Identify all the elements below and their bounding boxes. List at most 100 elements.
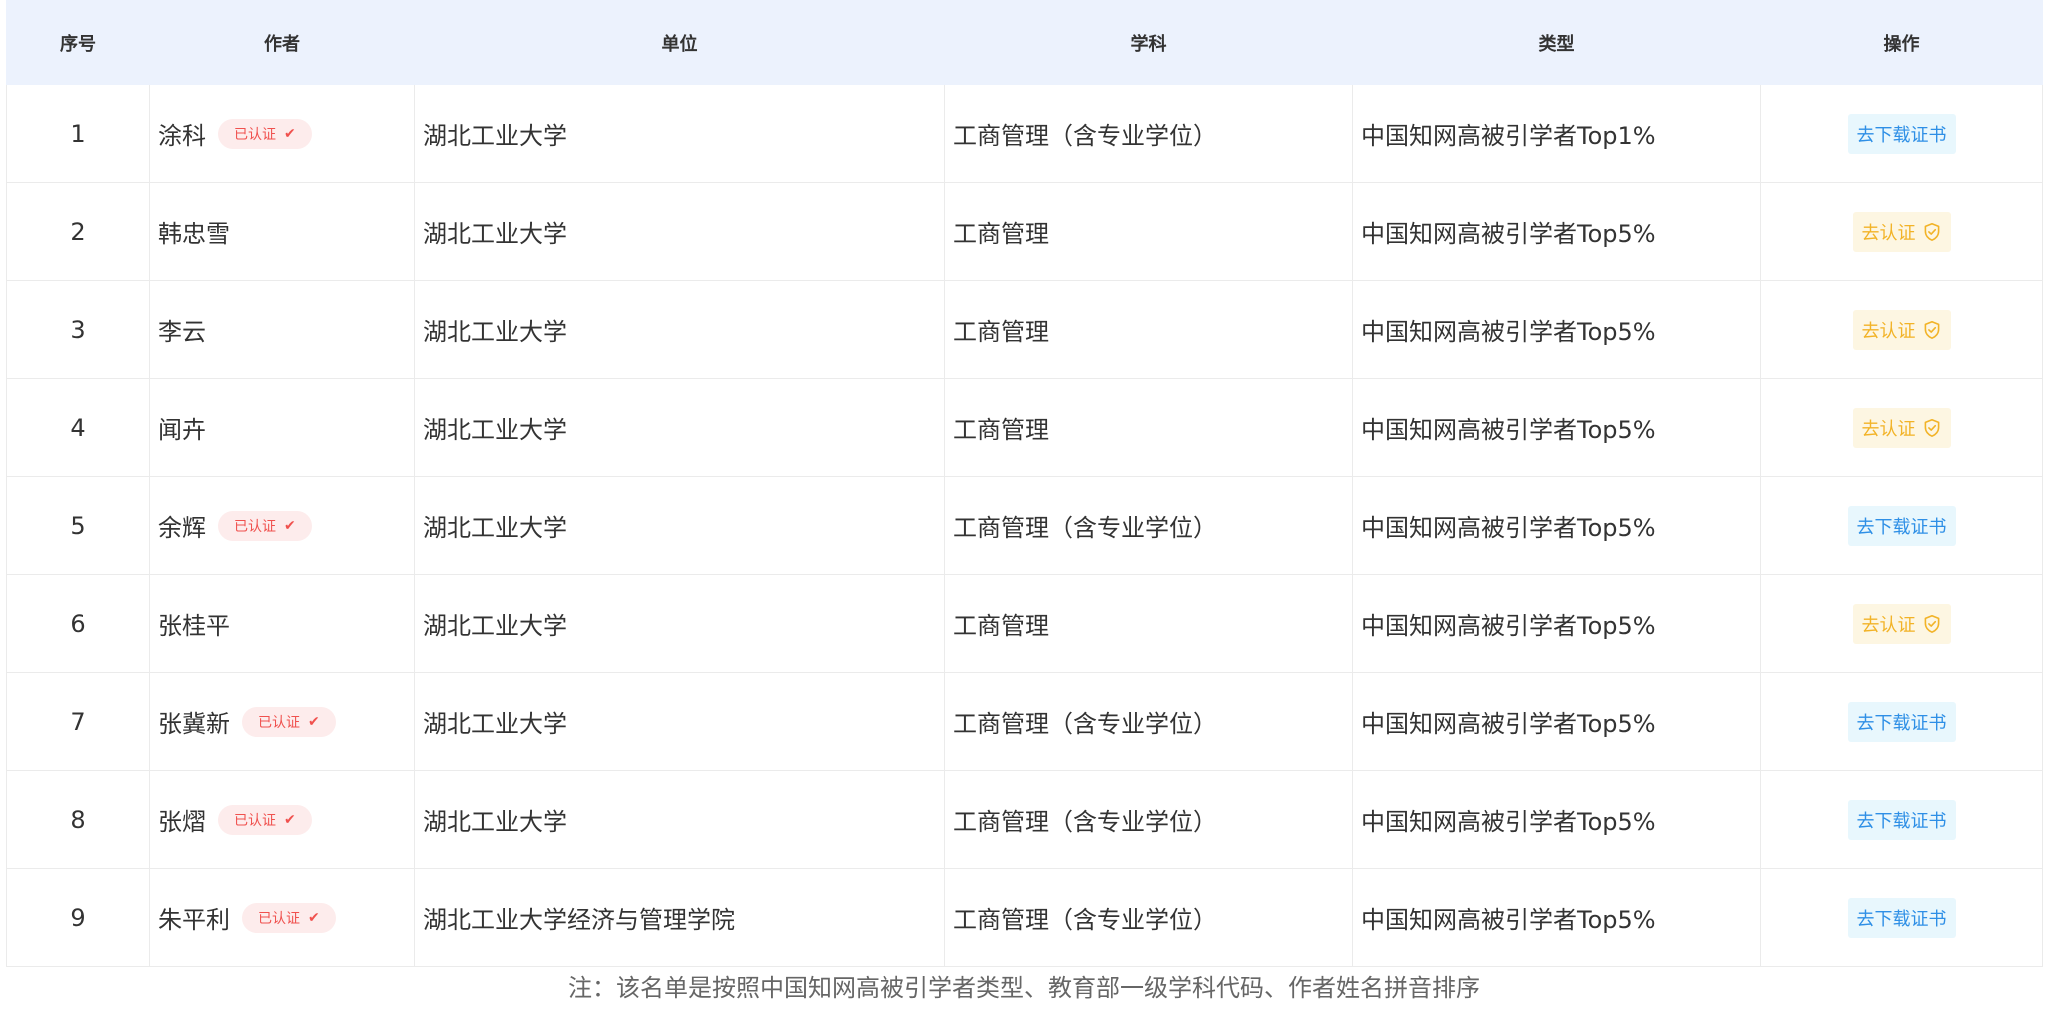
author-cell: 余辉 已认证 ✔ xyxy=(149,476,415,575)
action-cell: 去下载证书 xyxy=(1760,770,2043,869)
go-verify-button[interactable]: 去认证 xyxy=(1852,407,1951,448)
row-index: 5 xyxy=(6,476,150,575)
author-cell: 涂科 已认证 ✔ xyxy=(149,84,415,183)
verified-badge: 已认证 ✔ xyxy=(218,510,312,541)
unit-cell: 湖北工业大学 xyxy=(414,672,945,771)
author-name[interactable]: 余辉 xyxy=(158,508,206,543)
unit-cell: 湖北工业大学 xyxy=(414,182,945,281)
row-index: 4 xyxy=(6,378,150,477)
verified-badge-label: 已认证 xyxy=(234,126,276,143)
download-certificate-label: 去下载证书 xyxy=(1856,712,1947,734)
check-icon: ✔ xyxy=(284,517,296,534)
subject-cell: 工商管理 xyxy=(944,378,1353,477)
shield-check-icon xyxy=(1922,320,1942,340)
author-name[interactable]: 张冀新 xyxy=(158,704,230,739)
unit-cell: 湖北工业大学经济与管理学院 xyxy=(414,868,945,967)
author-name[interactable]: 韩忠雪 xyxy=(158,214,230,249)
column-header-unit: 单位 xyxy=(414,0,945,85)
column-header-author: 作者 xyxy=(149,0,415,85)
verified-badge-label: 已认证 xyxy=(258,714,300,731)
author-cell: 张熠 已认证 ✔ xyxy=(149,770,415,869)
go-verify-button[interactable]: 去认证 xyxy=(1852,211,1951,252)
unit-cell: 湖北工业大学 xyxy=(414,378,945,477)
sort-note: 注：该名单是按照中国知网高被引学者类型、教育部一级学科代码、作者姓名拼音排序 xyxy=(568,974,1480,1002)
type-cell: 中国知网高被引学者Top5% xyxy=(1352,770,1761,869)
type-cell: 中国知网高被引学者Top5% xyxy=(1352,574,1761,673)
type-cell: 中国知网高被引学者Top5% xyxy=(1352,182,1761,281)
author-name[interactable]: 朱平利 xyxy=(158,900,230,935)
unit-cell: 湖北工业大学 xyxy=(414,84,945,183)
subject-cell: 工商管理 xyxy=(944,574,1353,673)
author-cell: 张桂平 xyxy=(149,574,415,673)
row-index: 6 xyxy=(6,574,150,673)
check-icon: ✔ xyxy=(308,713,320,730)
download-certificate-button[interactable]: 去下载证书 xyxy=(1847,113,1956,154)
subject-cell: 工商管理 xyxy=(944,182,1353,281)
author-cell: 闻卉 xyxy=(149,378,415,477)
action-cell: 去下载证书 xyxy=(1760,868,2043,967)
go-verify-label: 去认证 xyxy=(1861,614,1916,636)
author-name[interactable]: 涂科 xyxy=(158,116,206,151)
unit-cell: 湖北工业大学 xyxy=(414,476,945,575)
author-name[interactable]: 张桂平 xyxy=(158,606,230,641)
table-row: 6 张桂平 湖北工业大学 工商管理 中国知网高被引学者Top5% 去认证 xyxy=(6,574,2043,673)
action-cell: 去认证 xyxy=(1760,182,2043,281)
verified-badge-label: 已认证 xyxy=(258,910,300,927)
verified-badge: 已认证 ✔ xyxy=(242,902,336,933)
download-certificate-button[interactable]: 去下载证书 xyxy=(1847,799,1956,840)
verified-badge-label: 已认证 xyxy=(234,518,276,535)
row-index: 2 xyxy=(6,182,150,281)
verified-badge: 已认证 ✔ xyxy=(242,706,336,737)
table-row: 1 涂科 已认证 ✔ 湖北工业大学 工商管理（含专业学位） 中国知网高被引学者Top1% 去下… xyxy=(6,84,2043,183)
author-name[interactable]: 李云 xyxy=(158,312,206,347)
subject-cell: 工商管理 xyxy=(944,280,1353,379)
download-certificate-label: 去下载证书 xyxy=(1856,124,1947,146)
table-header: 序号 作者 单位 学科 类型 操作 xyxy=(6,0,2043,85)
author-name[interactable]: 张熠 xyxy=(158,802,206,837)
table-row: 4 闻卉 湖北工业大学 工商管理 中国知网高被引学者Top5% 去认证 xyxy=(6,378,2043,477)
go-verify-label: 去认证 xyxy=(1861,222,1916,244)
go-verify-button[interactable]: 去认证 xyxy=(1852,603,1951,644)
action-cell: 去认证 xyxy=(1760,280,2043,379)
author-cell: 韩忠雪 xyxy=(149,182,415,281)
row-index: 1 xyxy=(6,84,150,183)
subject-cell: 工商管理（含专业学位） xyxy=(944,672,1353,771)
go-verify-label: 去认证 xyxy=(1861,418,1916,440)
type-cell: 中国知网高被引学者Top5% xyxy=(1352,378,1761,477)
shield-check-icon xyxy=(1922,222,1942,242)
column-header-action: 操作 xyxy=(1760,0,2043,85)
row-index: 8 xyxy=(6,770,150,869)
type-cell: 中国知网高被引学者Top5% xyxy=(1352,476,1761,575)
go-verify-button[interactable]: 去认证 xyxy=(1852,309,1951,350)
action-cell: 去下载证书 xyxy=(1760,672,2043,771)
row-index: 3 xyxy=(6,280,150,379)
download-certificate-button[interactable]: 去下载证书 xyxy=(1847,701,1956,742)
column-header-subject: 学科 xyxy=(944,0,1353,85)
unit-cell: 湖北工业大学 xyxy=(414,574,945,673)
download-certificate-button[interactable]: 去下载证书 xyxy=(1847,505,1956,546)
table-row: 3 李云 湖北工业大学 工商管理 中国知网高被引学者Top5% 去认证 xyxy=(6,280,2043,379)
download-certificate-button[interactable]: 去下载证书 xyxy=(1847,897,1956,938)
row-index: 9 xyxy=(6,868,150,967)
scholar-table: 序号 作者 单位 学科 类型 操作 1 涂科 已认证 ✔ 湖北工业大学 工商管理（含专业学… xyxy=(6,0,2043,967)
type-cell: 中国知网高被引学者Top1% xyxy=(1352,84,1761,183)
download-certificate-label: 去下载证书 xyxy=(1856,516,1947,538)
verified-badge-label: 已认证 xyxy=(234,812,276,829)
verified-badge: 已认证 ✔ xyxy=(218,804,312,835)
table-row: 5 余辉 已认证 ✔ 湖北工业大学 工商管理（含专业学位） 中国知网高被引学者Top5% 去下… xyxy=(6,476,2043,575)
table-row: 7 张冀新 已认证 ✔ 湖北工业大学 工商管理（含专业学位） 中国知网高被引学者Top5% 去… xyxy=(6,672,2043,771)
table-row: 2 韩忠雪 湖北工业大学 工商管理 中国知网高被引学者Top5% 去认证 xyxy=(6,182,2043,281)
author-name[interactable]: 闻卉 xyxy=(158,410,206,445)
subject-cell: 工商管理（含专业学位） xyxy=(944,84,1353,183)
header-row: 序号 作者 单位 学科 类型 操作 xyxy=(6,0,2043,85)
action-cell: 去下载证书 xyxy=(1760,476,2043,575)
author-cell: 朱平利 已认证 ✔ xyxy=(149,868,415,967)
subject-cell: 工商管理（含专业学位） xyxy=(944,770,1353,869)
action-cell: 去认证 xyxy=(1760,378,2043,477)
type-cell: 中国知网高被引学者Top5% xyxy=(1352,280,1761,379)
author-cell: 张冀新 已认证 ✔ xyxy=(149,672,415,771)
download-certificate-label: 去下载证书 xyxy=(1856,908,1947,930)
verified-badge: 已认证 ✔ xyxy=(218,118,312,149)
shield-check-icon xyxy=(1922,418,1942,438)
action-cell: 去认证 xyxy=(1760,574,2043,673)
